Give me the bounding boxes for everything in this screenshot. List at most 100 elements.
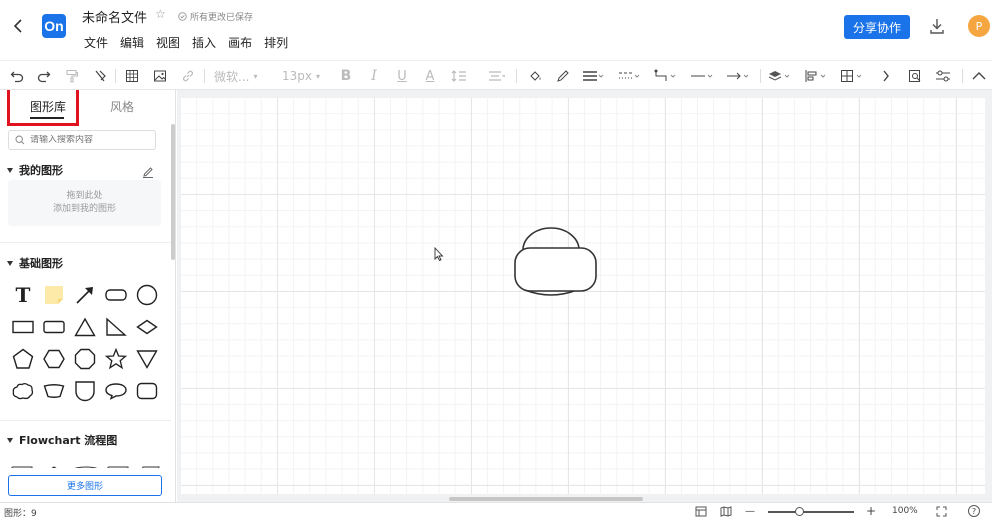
my-shapes-dropzone[interactable]: 拖到此处 添加到我的图形 [8,180,161,226]
sidebar-tabs: 图形库 风格 [0,90,175,126]
line-start-select[interactable] [688,67,716,85]
shape-cloud[interactable] [8,376,38,406]
star-icon[interactable]: ☆ [155,7,166,21]
shape-shield[interactable] [70,376,100,406]
shape-text[interactable]: T [8,280,38,310]
flowchart-header[interactable]: Flowchart 流程图 [7,432,117,448]
avatar[interactable]: P [968,15,990,37]
search-icon [15,135,25,145]
shape-triangle[interactable] [70,312,100,342]
shape-arrow[interactable] [70,280,100,310]
underline-button[interactable]: U [394,67,410,85]
my-shapes-header[interactable]: 我的图形 [7,162,63,178]
align-shapes-select[interactable] [802,67,830,85]
menu-insert[interactable]: 插入 [192,34,216,51]
menu-canvas[interactable]: 画布 [228,34,252,51]
section-divider [0,420,171,421]
menu-file[interactable]: 文件 [84,34,108,51]
sidebar-scrollbar[interactable] [171,124,175,260]
tab-style[interactable]: 风格 [110,98,134,115]
table-button[interactable] [123,67,141,85]
shape-rounded-square[interactable] [132,376,162,406]
shape-speech-bubble[interactable] [101,376,131,406]
collapse-toolbar-button[interactable] [970,67,988,85]
redo-button[interactable] [35,67,53,85]
link-button[interactable] [179,67,197,85]
arrow-right-icon [727,72,749,80]
shape-circle[interactable] [132,280,162,310]
more-shapes-button[interactable]: 更多图形 [8,475,162,496]
back-button[interactable] [8,16,28,36]
file-title[interactable]: 未命名文件 [82,7,147,26]
shape-rectangle[interactable] [8,312,38,342]
format-painter-button[interactable] [63,67,81,85]
fullscreen-button[interactable] [936,506,947,517]
line-style-select[interactable] [616,67,642,85]
shape-pentagon[interactable] [8,344,38,374]
basic-shapes-title: 基础图形 [19,257,63,270]
layer-select[interactable] [766,67,794,85]
share-button[interactable]: 分享协作 [844,15,910,39]
search-page-icon [909,70,921,82]
chevron-left-icon [13,19,22,33]
menu-arrange[interactable]: 排列 [264,34,288,51]
zoom-in-button[interactable]: + [866,504,876,518]
dropzone-line1: 拖到此处 [66,191,103,201]
zoom-slider-handle[interactable] [795,507,804,516]
download-button[interactable] [928,17,946,35]
shape-note[interactable] [39,280,69,310]
image-button[interactable] [151,67,169,85]
distribute-select[interactable] [838,67,866,85]
align-select[interactable] [484,67,508,85]
edit-my-shapes-button[interactable] [142,163,156,178]
shape-hexagon[interactable] [39,344,69,374]
undo-button[interactable] [8,67,26,85]
zoom-slider-track[interactable] [768,511,854,513]
rounded-rectangle-shape[interactable] [514,247,597,292]
line-color-button[interactable] [554,67,572,85]
map-icon [720,506,732,517]
octagon-icon [74,348,96,370]
menu-edit[interactable]: 编辑 [120,34,144,51]
italic-button[interactable]: I [366,67,382,85]
settings-button[interactable] [934,67,952,85]
connector-select[interactable] [652,67,678,85]
drawing-canvas[interactable] [181,98,985,494]
shape-diamond[interactable] [132,312,162,342]
toolbar-more-button[interactable] [878,67,894,85]
shape-octagon[interactable] [70,344,100,374]
shape-search[interactable] [8,130,156,150]
fill-color-button[interactable] [526,67,544,85]
shape-rounded-rectangle[interactable] [39,312,69,342]
shape-star[interactable] [101,344,131,374]
canvas-horizontal-scrollbar[interactable] [449,497,643,501]
diagonal-arrow-icon [76,287,93,304]
font-color-button[interactable]: A [422,67,438,85]
bold-button[interactable]: B [338,67,354,85]
sticky-note-icon [45,286,63,304]
font-family-value: 微软... [214,69,250,84]
line-end-select[interactable] [724,67,752,85]
basic-shapes-header[interactable]: 基础图形 [7,255,63,271]
find-button[interactable] [906,67,924,85]
header: On 未命名文件 ☆ 所有更改已保存 文件 编辑 视图 插入 画布 排列 分享协… [0,0,992,60]
line-width-select[interactable] [580,67,606,85]
zoom-level[interactable]: 100% [892,506,918,516]
shape-right-triangle[interactable] [101,312,131,342]
shape-trapezoid[interactable] [39,376,69,406]
search-input[interactable] [30,135,140,145]
chevron-up-icon [972,72,986,80]
shape-rounded-rect-small[interactable] [101,280,131,310]
canvas-shapes [434,227,597,296]
font-size-select[interactable]: 13px ▾ [282,67,322,85]
help-button[interactable]: ? [968,505,980,517]
zoom-out-button[interactable]: — [745,506,755,517]
map-button[interactable] [720,506,732,517]
clear-format-button[interactable] [91,67,109,85]
rounded-rectangle-icon [43,320,65,334]
shape-inverted-triangle[interactable] [132,344,162,374]
font-family-select[interactable]: 微软... ▾ [214,67,270,85]
menu-view[interactable]: 视图 [156,34,180,51]
line-height-select[interactable] [448,67,472,85]
fit-page-button[interactable] [695,506,707,517]
